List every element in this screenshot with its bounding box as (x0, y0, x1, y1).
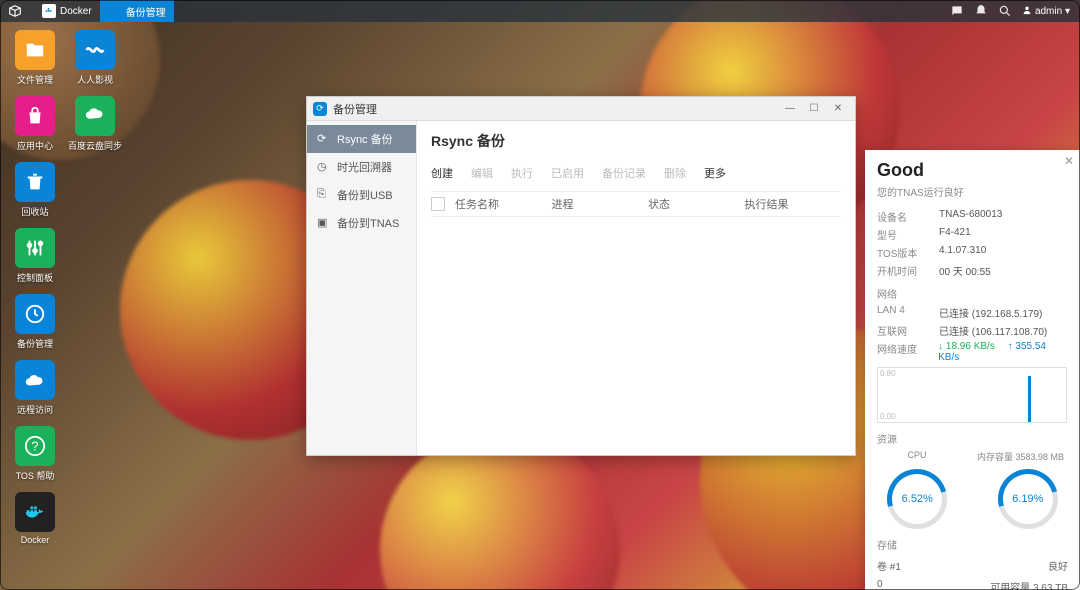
toolbar-2[interactable]: 执行 (511, 165, 533, 181)
toolbar: 创建 编辑 执行 已启用 备份记录 删除 更多 (431, 165, 841, 181)
search-icon[interactable] (998, 4, 1012, 18)
download-speed: ↓ 18.96 KB/s (938, 341, 995, 352)
col-progress: 进程 (552, 196, 649, 212)
user-menu[interactable]: admin ▾ (1022, 5, 1070, 17)
desktop-icon-remote-access[interactable]: 远程访问 (12, 360, 58, 416)
col-status: 状态 (648, 196, 745, 212)
panel-close-button[interactable]: ✕ (1064, 154, 1074, 168)
backup-window: ⟳ 备份管理 — ☐ ✕ ⟳Rsync 备份◷时光回溯器⎘备份到USB▣备份到T… (306, 96, 856, 456)
close-button[interactable]: ✕ (827, 100, 849, 118)
status-subtitle: 您的TNAS运行良好 (877, 184, 1068, 199)
col-task-name: 任务名称 (455, 196, 552, 212)
sidebar-item-0[interactable]: ⟳Rsync 备份 (307, 125, 416, 153)
sidebar-item-3[interactable]: ▣备份到TNAS (307, 209, 416, 237)
taskbar-label: Docker (60, 6, 92, 17)
toolbar-5[interactable]: 删除 (664, 165, 686, 181)
menu-icon[interactable] (0, 0, 34, 22)
info-row: 开机时间00 天 00:55 (877, 263, 1068, 278)
window-icon: ⟳ (313, 102, 327, 116)
taskbar-item-backup[interactable]: 备份管理 (100, 0, 174, 22)
sidebar-item-2[interactable]: ⎘备份到USB (307, 181, 416, 209)
window-titlebar[interactable]: ⟳ 备份管理 — ☐ ✕ (307, 97, 855, 121)
toolbar-6[interactable]: 更多 (704, 165, 726, 181)
desktop-icon-tos-help[interactable]: ?TOS 帮助 (12, 426, 58, 482)
desktop-icons: 文件管理人人影视应用中心百度云盘同步回收站控制面板备份管理远程访问 ?TOS 帮助… (12, 30, 118, 545)
window-title: 备份管理 (333, 101, 377, 117)
usb-icon: ⎘ (317, 188, 331, 202)
tnas-icon: ▣ (317, 216, 331, 230)
taskbar-item-docker[interactable]: Docker (34, 0, 100, 22)
desktop-icon-docker[interactable]: Docker (12, 492, 58, 545)
net-header: 网络 (877, 286, 1068, 301)
taskbar: Docker 备份管理 admin ▾ (0, 0, 1080, 22)
main-heading: Rsync 备份 (431, 131, 841, 151)
toolbar-1[interactable]: 编辑 (471, 165, 493, 181)
taskbar-label: 备份管理 (126, 4, 166, 19)
select-all-checkbox[interactable] (431, 197, 445, 211)
window-main: Rsync 备份 创建 编辑 执行 已启用 备份记录 删除 更多 任务名称 进程 状态 执行… (417, 121, 855, 455)
toolbar-3[interactable]: 已启用 (551, 165, 584, 181)
status-title: Good (877, 160, 1068, 181)
bell-icon[interactable] (974, 4, 988, 18)
desktop-icon-recycle-bin[interactable]: 回收站 (12, 162, 58, 218)
net-row: 互联网已连接 (106.117.108.70) (877, 323, 1068, 338)
info-row: TOS版本4.1.07.310 (877, 245, 1068, 260)
sync-icon: ⟳ (317, 132, 331, 146)
sidebar-item-1[interactable]: ◷时光回溯器 (307, 153, 416, 181)
net-row: LAN 4已连接 (192.168.5.179) (877, 305, 1068, 320)
col-result: 执行结果 (745, 196, 842, 212)
cpu-gauge: 6.52% (887, 469, 947, 529)
watermark: 值 值得买 (919, 550, 1020, 584)
desktop-icon-rr-video[interactable]: 人人影视 (72, 30, 118, 86)
toolbar-4[interactable]: 备份记录 (602, 165, 646, 181)
table-header: 任务名称 进程 状态 执行结果 (431, 191, 841, 217)
minimize-button[interactable]: — (779, 100, 801, 118)
network-chart: 0.80 0.00 (877, 367, 1067, 423)
chat-icon[interactable] (950, 4, 964, 18)
maximize-button[interactable]: ☐ (803, 100, 825, 118)
mem-gauge: 6.19% (998, 469, 1058, 529)
info-row: 型号F4-421 (877, 227, 1068, 242)
info-row: 设备名TNAS-680013 (877, 209, 1068, 224)
toolbar-0[interactable]: 创建 (431, 165, 453, 181)
desktop-icon-app-center[interactable]: 应用中心 (12, 96, 58, 152)
res-header: 资源 (877, 431, 1068, 446)
system-panel: ✕ Good 您的TNAS运行良好 设备名TNAS-680013 型号F4-421… (865, 150, 1080, 590)
clock-icon: ◷ (317, 160, 331, 174)
net-speed-row: 网络速度 ↓ 18.96 KB/s ↑ 355.54 KB/s (877, 341, 1068, 363)
window-sidebar: ⟳Rsync 备份◷时光回溯器⎘备份到USB▣备份到TNAS (307, 121, 417, 455)
svg-text:?: ? (31, 439, 38, 454)
desktop-icon-backup-manage[interactable]: 备份管理 (12, 294, 58, 350)
desktop-icon-file-manager[interactable]: 文件管理 (12, 30, 58, 86)
desktop-icon-control-panel[interactable]: 控制面板 (12, 228, 58, 284)
desktop-icon-baidu-sync[interactable]: 百度云盘同步 (72, 96, 118, 152)
